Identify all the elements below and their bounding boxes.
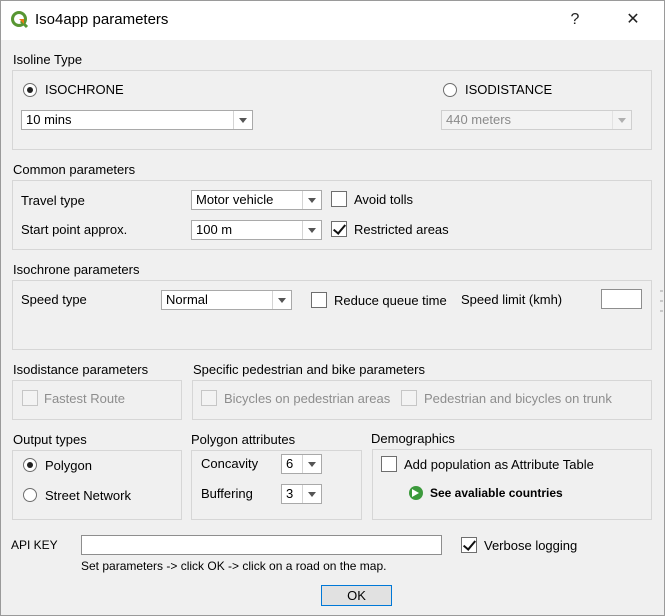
isochrone-parameters-label: Isochrone parameters bbox=[13, 262, 140, 277]
chevron-down-icon bbox=[302, 191, 321, 209]
street-network-radio[interactable] bbox=[23, 488, 37, 502]
travel-type-value: Motor vehicle bbox=[196, 192, 274, 207]
fastest-route-label: Fastest Route bbox=[44, 391, 125, 406]
chevron-down-icon bbox=[612, 111, 631, 129]
api-key-input[interactable] bbox=[81, 535, 442, 555]
chevron-down-icon bbox=[233, 111, 252, 129]
concavity-label: Concavity bbox=[201, 456, 259, 471]
arrow-right-circle-icon[interactable] bbox=[409, 486, 423, 500]
speed-type-label: Speed type bbox=[21, 292, 87, 307]
street-network-label[interactable]: Street Network bbox=[45, 488, 131, 503]
api-key-label: API KEY bbox=[11, 538, 58, 552]
buffering-select[interactable]: 3 bbox=[281, 484, 322, 504]
isodistance-value-select: 440 meters bbox=[441, 110, 632, 130]
see-countries-link[interactable]: See avaliable countries bbox=[430, 486, 563, 500]
polygon-radio[interactable] bbox=[23, 458, 37, 472]
isochrone-value: 10 mins bbox=[26, 112, 72, 127]
reduce-queue-label[interactable]: Reduce queue time bbox=[334, 293, 447, 308]
qgis-logo-icon bbox=[11, 11, 29, 29]
isochrone-value-select[interactable]: 10 mins bbox=[21, 110, 253, 130]
start-point-value: 100 m bbox=[196, 222, 233, 237]
chevron-down-icon bbox=[272, 291, 291, 309]
isochrone-label[interactable]: ISOCHRONE bbox=[45, 82, 124, 97]
ok-button[interactable]: OK bbox=[321, 585, 392, 606]
avoid-tolls-label[interactable]: Avoid tolls bbox=[354, 192, 413, 207]
start-point-label: Start point approx. bbox=[21, 222, 128, 237]
help-button[interactable]: ? bbox=[561, 6, 589, 34]
isochrone-radio[interactable] bbox=[23, 83, 37, 97]
output-types-group bbox=[12, 450, 182, 520]
concavity-value: 6 bbox=[286, 456, 294, 471]
isodistance-value: 440 meters bbox=[446, 112, 512, 127]
speed-limit-input[interactable] bbox=[601, 289, 642, 309]
grip-dot bbox=[660, 310, 663, 312]
speed-limit-label: Speed limit (kmh) bbox=[461, 292, 563, 307]
common-parameters-label: Common parameters bbox=[13, 162, 136, 177]
start-point-select[interactable]: 100 m bbox=[191, 220, 322, 240]
isoline-type-label: Isoline Type bbox=[13, 52, 83, 67]
instructions-text: Set parameters -> click OK -> click on a… bbox=[81, 559, 387, 573]
grip-dot bbox=[660, 290, 663, 292]
buffering-label: Buffering bbox=[201, 486, 253, 501]
verbose-logging-label[interactable]: Verbose logging bbox=[484, 538, 577, 553]
close-button[interactable]: ✕ bbox=[619, 6, 647, 34]
travel-type-select[interactable]: Motor vehicle bbox=[191, 190, 322, 210]
bicycles-pedestrian-checkbox bbox=[201, 390, 217, 406]
window-title: Iso4app parameters bbox=[35, 11, 169, 28]
fastest-route-checkbox bbox=[22, 390, 38, 406]
travel-type-label: Travel type bbox=[21, 193, 85, 208]
restricted-areas-checkbox[interactable] bbox=[331, 221, 347, 237]
buffering-value: 3 bbox=[286, 486, 294, 501]
isodistance-parameters-label: Isodistance parameters bbox=[13, 362, 149, 377]
grip-dot bbox=[660, 300, 663, 302]
isodistance-label[interactable]: ISODISTANCE bbox=[465, 82, 552, 97]
chevron-down-icon bbox=[302, 485, 321, 503]
restricted-areas-label[interactable]: Restricted areas bbox=[354, 222, 449, 237]
avoid-tolls-checkbox[interactable] bbox=[331, 191, 347, 207]
pedestrian-trunk-label: Pedestrian and bicycles on trunk bbox=[424, 391, 612, 406]
polygon-attributes-label: Polygon attributes bbox=[191, 432, 296, 447]
pedestrian-trunk-checkbox bbox=[401, 390, 417, 406]
speed-type-select[interactable]: Normal bbox=[161, 290, 292, 310]
verbose-logging-checkbox[interactable] bbox=[461, 537, 477, 553]
chevron-down-icon bbox=[302, 455, 321, 473]
chevron-down-icon bbox=[302, 221, 321, 239]
bicycles-pedestrian-label: Bicycles on pedestrian areas bbox=[224, 391, 391, 406]
isochrone-parameters-group bbox=[12, 280, 652, 350]
title-bar: Iso4app parameters ? ✕ bbox=[0, 0, 665, 40]
add-population-checkbox[interactable] bbox=[381, 456, 397, 472]
output-types-label: Output types bbox=[13, 432, 87, 447]
pedestrian-bike-parameters-label: Specific pedestrian and bike parameters bbox=[193, 362, 425, 377]
demographics-label: Demographics bbox=[371, 431, 455, 446]
speed-type-value: Normal bbox=[166, 292, 208, 307]
polygon-label[interactable]: Polygon bbox=[45, 458, 92, 473]
reduce-queue-checkbox[interactable] bbox=[311, 292, 327, 308]
concavity-select[interactable]: 6 bbox=[281, 454, 322, 474]
add-population-label[interactable]: Add population as Attribute Table bbox=[404, 457, 594, 472]
isodistance-radio[interactable] bbox=[443, 83, 457, 97]
